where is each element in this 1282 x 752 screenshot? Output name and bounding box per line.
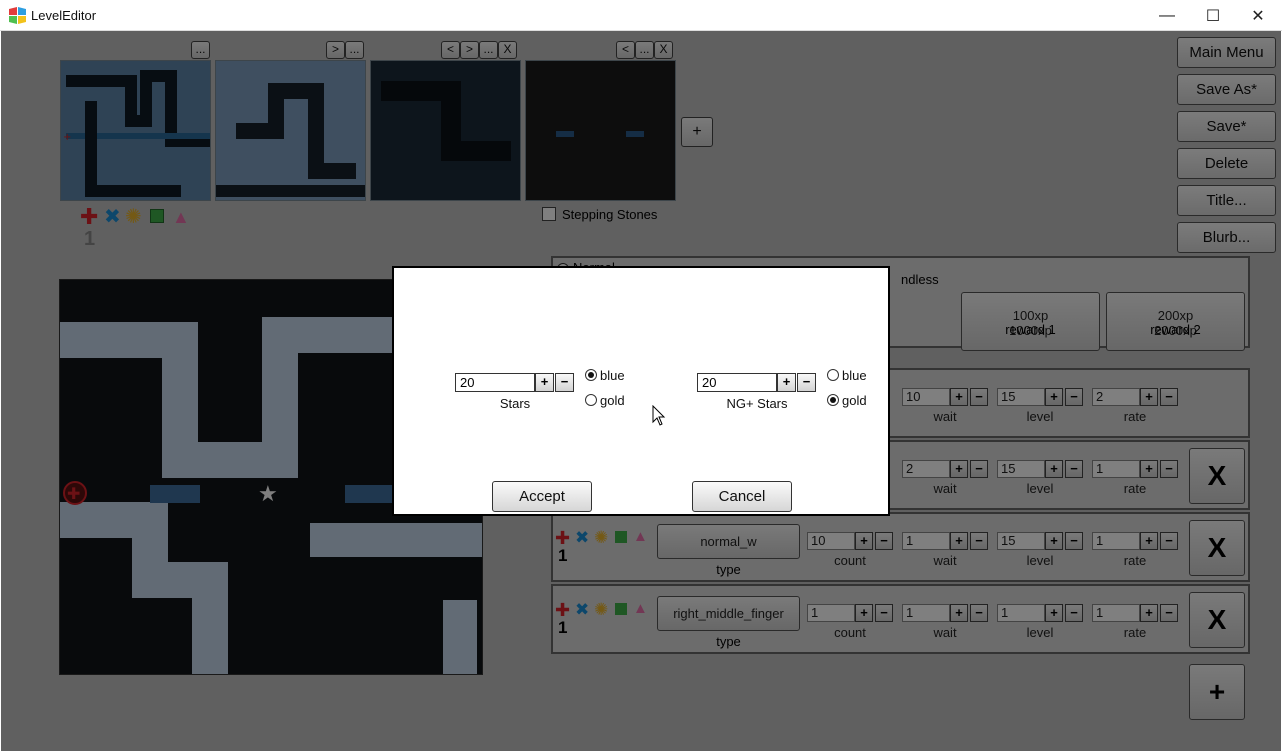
- ng-stars-input[interactable]: 20: [697, 373, 777, 392]
- ng-stars-minus-button[interactable]: −: [797, 373, 816, 392]
- stars-gold-radio[interactable]: [585, 394, 597, 406]
- stars-gold-label: gold: [600, 393, 625, 408]
- close-icon: ✕: [1251, 7, 1265, 25]
- ng-stars-blue-label: blue: [842, 368, 867, 383]
- stars-minus-button[interactable]: −: [555, 373, 574, 392]
- mouse-cursor-icon: [652, 405, 666, 426]
- maximize-button[interactable]: ☐: [1190, 0, 1236, 31]
- maximize-icon: ☐: [1205, 7, 1221, 25]
- ng-stars-caption: NG+ Stars: [726, 396, 788, 411]
- cancel-button[interactable]: Cancel: [692, 481, 792, 512]
- ng-stars-blue-radio[interactable]: [827, 369, 839, 381]
- ng-stars-plus-button[interactable]: +: [777, 373, 796, 392]
- minimize-icon: —: [1159, 6, 1175, 24]
- stars-blue-radio[interactable]: [585, 369, 597, 381]
- stars-plus-button[interactable]: +: [535, 373, 554, 392]
- title-bar: LevelEditor — ☐ ✕: [0, 0, 1282, 31]
- stars-blue-label: blue: [600, 368, 625, 383]
- ng-stars-gold-radio[interactable]: [827, 394, 839, 406]
- window-title: LevelEditor: [31, 8, 97, 23]
- stars-caption: Stars: [499, 396, 531, 411]
- ng-stars-gold-label: gold: [842, 393, 867, 408]
- app-logo-icon: [9, 7, 26, 24]
- minimize-button[interactable]: —: [1144, 0, 1190, 31]
- close-button[interactable]: ✕: [1235, 0, 1281, 31]
- stars-dialog: 20 + − Stars blue gold 20 + − NG+ Stars …: [392, 266, 890, 516]
- accept-button[interactable]: Accept: [492, 481, 592, 512]
- stars-input[interactable]: 20: [455, 373, 535, 392]
